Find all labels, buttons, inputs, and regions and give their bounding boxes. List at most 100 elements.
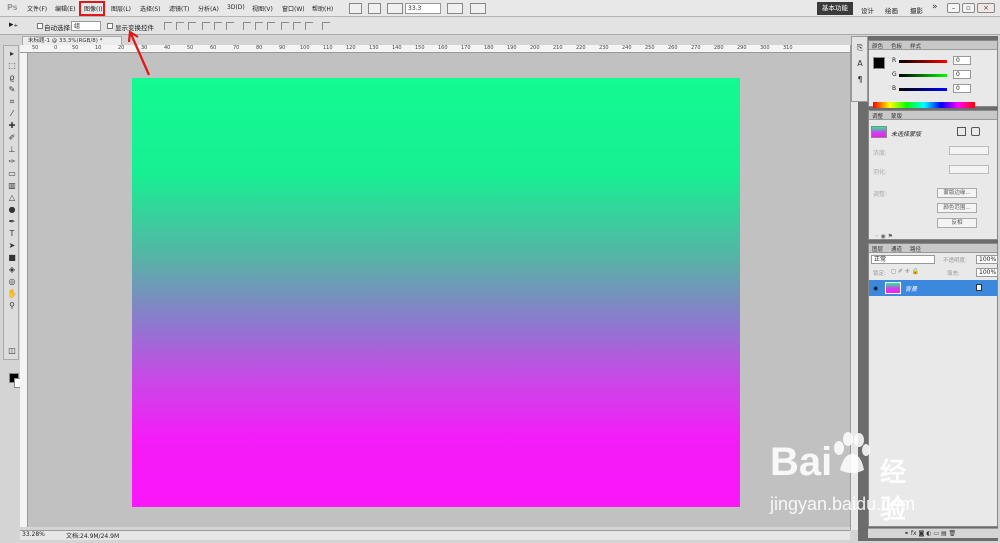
pixel-mask-icon[interactable] — [957, 127, 966, 136]
hand-tool-icon[interactable]: ✋ — [7, 289, 17, 298]
layer-row-background[interactable]: ◉ 背景 — [869, 280, 997, 296]
mask-edge-button[interactable]: 蒙版边缘... — [937, 188, 977, 198]
move-tool-preset-icon[interactable]: ▸₊ — [9, 20, 18, 30]
layer-visibility-eye-icon[interactable]: ◉ — [873, 285, 878, 292]
workspace-more-icon[interactable]: » — [932, 2, 938, 12]
align-hcenter-icon[interactable] — [214, 22, 222, 30]
bridge-icon[interactable] — [349, 3, 362, 14]
invert-button[interactable]: 反相 — [937, 218, 977, 228]
pen-tool-icon[interactable]: ✒ — [7, 217, 17, 226]
feather-field[interactable] — [949, 165, 989, 174]
quick-select-tool-icon[interactable]: ✎ — [7, 85, 17, 94]
zoom-tool-icon[interactable]: ⚲ — [7, 301, 17, 310]
workspace-essentials-button[interactable]: 基本功能 — [817, 2, 853, 15]
menu-select[interactable]: 选择(S) — [140, 4, 161, 13]
layer-name[interactable]: 背景 — [905, 284, 917, 293]
distribute-top-icon[interactable] — [243, 22, 251, 30]
opacity-input[interactable]: 100% — [976, 255, 998, 264]
lasso-tool-icon[interactable]: ϱ — [7, 73, 17, 82]
distribute-right-icon[interactable] — [305, 22, 313, 30]
red-value-input[interactable]: 0 — [953, 56, 971, 65]
menu-layer[interactable]: 图层(L) — [111, 4, 131, 13]
character-panel-icon[interactable]: A — [855, 59, 865, 69]
eyedropper-tool-icon[interactable]: ⁄ — [7, 109, 17, 118]
color-spectrum-bar[interactable] — [873, 102, 975, 108]
menu-window[interactable]: 窗口(W) — [282, 4, 305, 13]
menu-3d[interactable]: 3D(D) — [227, 4, 245, 11]
path-select-tool-icon[interactable]: ➤ — [7, 241, 17, 250]
view-extras-icon[interactable] — [387, 3, 403, 14]
move-tool-icon[interactable]: ▸ — [7, 49, 17, 58]
minibridge-icon[interactable] — [368, 3, 381, 14]
auto-select-type-dropdown[interactable]: 组 — [71, 21, 101, 31]
tab-channels[interactable]: 通道 — [891, 245, 902, 253]
brush-tool-icon[interactable]: ✐ — [7, 133, 17, 142]
type-tool-icon[interactable]: T — [7, 229, 17, 238]
red-slider[interactable] — [899, 60, 947, 63]
workspace-photography[interactable]: 摄影 — [910, 5, 923, 15]
color-panel-foreground-swatch[interactable] — [873, 57, 885, 69]
healing-brush-tool-icon[interactable]: ✚ — [7, 121, 17, 130]
clone-stamp-tool-icon[interactable]: ⊥ — [7, 145, 17, 154]
tab-swatches[interactable]: 色板 — [891, 42, 902, 50]
layer-footer-icons[interactable]: ⚭ fx ◙ ◐ ▭ ▤ 🗑 — [904, 530, 956, 537]
green-slider[interactable] — [899, 74, 947, 77]
green-value-input[interactable]: 0 — [953, 70, 971, 79]
align-right-icon[interactable] — [226, 22, 234, 30]
workspace-design[interactable]: 设计 — [861, 5, 874, 15]
blend-mode-dropdown[interactable]: 正常 — [871, 255, 935, 264]
document-size-status[interactable]: 文档:24.9M/24.9M — [66, 531, 119, 540]
gradient-tool-icon[interactable]: ▥ — [7, 181, 17, 190]
distribute-hcenter-icon[interactable] — [293, 22, 301, 30]
3d-rotate-tool-icon[interactable]: ◈ — [7, 265, 17, 274]
distribute-vcenter-icon[interactable] — [255, 22, 263, 30]
restore-icon[interactable]: ▫ — [962, 3, 975, 13]
zoom-status[interactable]: 33.28% — [22, 531, 45, 538]
crop-tool-icon[interactable]: ⌗ — [7, 97, 17, 106]
history-panel-icon[interactable]: ⎘ — [855, 43, 865, 53]
workspace-painting[interactable]: 绘画 — [885, 5, 898, 15]
marquee-tool-icon[interactable]: ⬚ — [7, 61, 17, 70]
minimize-icon[interactable]: – — [947, 3, 960, 13]
vector-mask-icon[interactable] — [971, 127, 980, 136]
align-bottom-icon[interactable] — [188, 22, 196, 30]
screen-mode-icon[interactable] — [470, 3, 486, 14]
menu-analysis[interactable]: 分析(A) — [198, 4, 219, 13]
blue-value-input[interactable]: 0 — [953, 84, 971, 93]
distribute-bottom-icon[interactable] — [267, 22, 275, 30]
tab-styles[interactable]: 样式 — [910, 42, 921, 50]
adjust-panel-footer-icons[interactable]: ◦ ◉ ⚑ — [875, 233, 893, 240]
eraser-tool-icon[interactable]: ▭ — [7, 169, 17, 178]
align-left-icon[interactable] — [202, 22, 210, 30]
menu-view[interactable]: 视图(V) — [252, 4, 273, 13]
tab-color[interactable]: 颜色 — [872, 42, 883, 50]
shape-tool-icon[interactable]: ■ — [7, 253, 17, 262]
menu-help[interactable]: 帮助(H) — [312, 4, 333, 13]
fill-input[interactable]: 100% — [976, 268, 998, 277]
align-top-icon[interactable] — [164, 22, 172, 30]
tab-layers[interactable]: 图层 — [872, 245, 883, 253]
blue-slider[interactable] — [899, 88, 947, 91]
paragraph-panel-icon[interactable]: ¶ — [855, 75, 865, 85]
tab-paths[interactable]: 路径 — [910, 245, 921, 253]
3d-orbit-tool-icon[interactable]: ◎ — [7, 277, 17, 286]
close-icon[interactable]: × — [977, 3, 995, 13]
auto-align-icon[interactable] — [322, 22, 330, 30]
blur-tool-icon[interactable]: △ — [7, 193, 17, 202]
show-transform-checkbox[interactable] — [107, 23, 113, 29]
zoom-level-combo[interactable]: 33.3 — [405, 3, 441, 14]
dodge-tool-icon[interactable]: ● — [7, 205, 17, 214]
document-canvas[interactable] — [132, 78, 740, 507]
quick-mask-icon[interactable]: ◫ — [7, 346, 17, 355]
auto-select-checkbox[interactable] — [37, 23, 43, 29]
distribute-left-icon[interactable] — [281, 22, 289, 30]
menu-filter[interactable]: 滤镜(T) — [169, 4, 189, 13]
menu-file[interactable]: 文件(F) — [27, 4, 47, 13]
arrange-docs-icon[interactable] — [447, 3, 463, 14]
menu-edit[interactable]: 编辑(E) — [55, 4, 75, 13]
density-field[interactable] — [949, 146, 989, 155]
tab-adjustments[interactable]: 调整 — [872, 112, 883, 120]
lock-icons[interactable]: ◻ ✐ ✛ 🔒 — [891, 268, 919, 275]
history-brush-tool-icon[interactable]: ✑ — [7, 157, 17, 166]
tab-masks[interactable]: 蒙版 — [891, 112, 902, 120]
